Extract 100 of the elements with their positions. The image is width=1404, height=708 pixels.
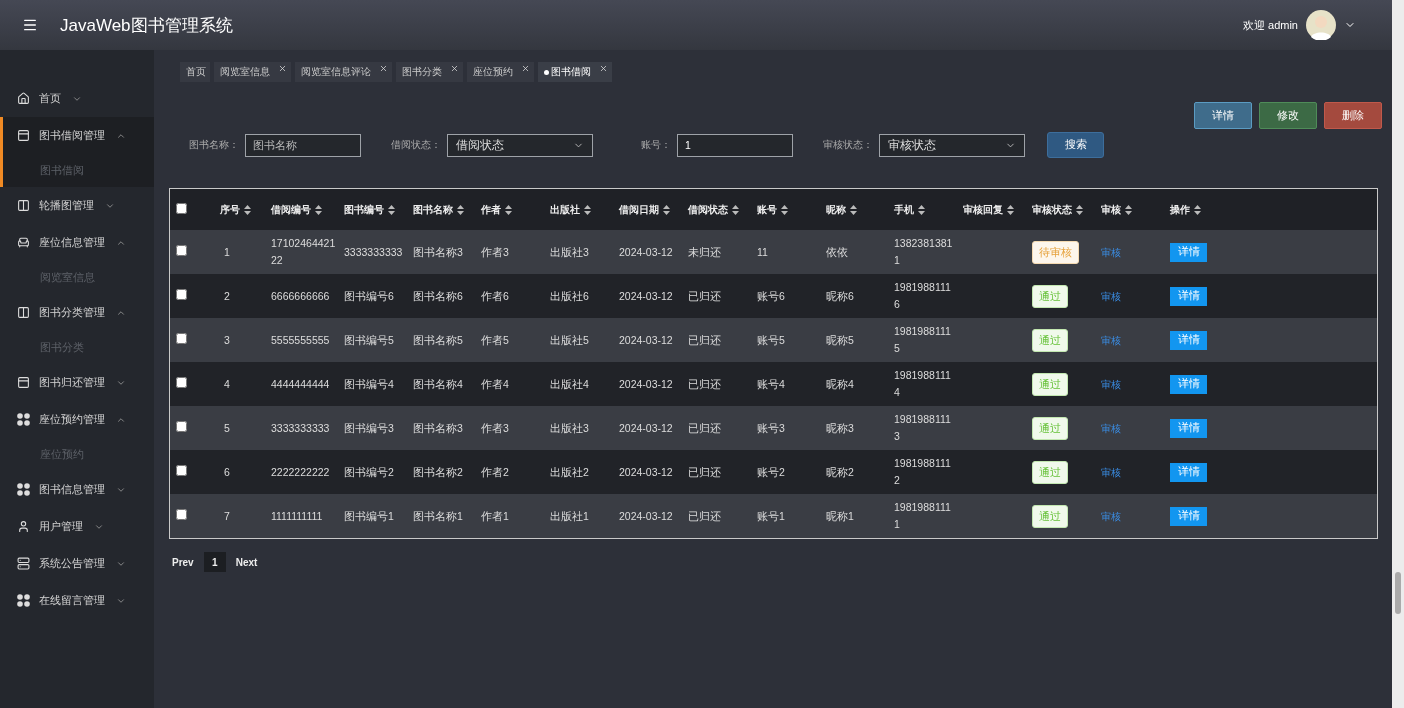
- tab[interactable]: 座位预约: [467, 62, 534, 82]
- table-cell: 3333333333: [271, 421, 330, 434]
- table-cell: 图书编号4: [344, 377, 394, 390]
- sidebar-item[interactable]: 图书借阅管理: [0, 117, 154, 154]
- close-icon[interactable]: [599, 64, 608, 73]
- sort-icon[interactable]: [732, 204, 739, 215]
- select-field[interactable]: 借阅状态: [447, 133, 593, 157]
- table-cell: 2: [224, 289, 230, 302]
- table-cell: 7: [224, 509, 230, 522]
- column-header[interactable]: 图书编号: [340, 189, 409, 230]
- close-icon[interactable]: [521, 64, 530, 73]
- info-button[interactable]: 详情: [1194, 102, 1252, 129]
- checkbox[interactable]: [176, 288, 187, 300]
- table-cell: 2024-03-12: [619, 465, 673, 478]
- sort-icon[interactable]: [584, 204, 591, 215]
- checkbox[interactable]: [176, 203, 187, 214]
- tab[interactable]: 首页: [180, 62, 210, 82]
- table-cell: 13823813811: [894, 237, 953, 266]
- tab[interactable]: 图书分类: [396, 62, 463, 82]
- sort-icon[interactable]: [1007, 204, 1014, 215]
- sidebar-item[interactable]: 图书信息管理: [0, 471, 154, 508]
- checkbox[interactable]: [176, 244, 187, 256]
- sidebar-item[interactable]: 座位信息管理: [0, 224, 154, 261]
- column-header[interactable]: 审核回复: [959, 189, 1028, 230]
- delete-button[interactable]: 删除: [1324, 102, 1382, 129]
- close-icon[interactable]: [379, 64, 388, 73]
- sort-icon[interactable]: [1076, 204, 1083, 215]
- edit-button[interactable]: 修改: [1259, 102, 1317, 129]
- sort-icon[interactable]: [850, 204, 857, 215]
- sort-icon[interactable]: [918, 204, 925, 215]
- tab[interactable]: 阅览室信息: [214, 62, 291, 82]
- scrollbar-thumb[interactable]: [1395, 572, 1401, 614]
- dots-grid-icon: [17, 413, 30, 426]
- sidebar-item[interactable]: 在线留言管理: [0, 582, 154, 619]
- sidebar-item[interactable]: 轮播图管理: [0, 187, 154, 224]
- column-header[interactable]: 审核状态: [1028, 189, 1097, 230]
- user-icon: [17, 520, 30, 533]
- sort-icon[interactable]: [457, 204, 464, 215]
- prev-link[interactable]: Prev: [172, 556, 194, 568]
- table-cell: 账号4: [757, 377, 785, 390]
- table-cell: 昵称2: [826, 465, 854, 478]
- table-cell: 已归还: [688, 509, 721, 522]
- avatar[interactable]: [1306, 10, 1336, 40]
- column-header[interactable]: 序号: [216, 189, 267, 230]
- tab[interactable]: 图书借阅: [538, 62, 612, 82]
- table-cell: 2024-03-12: [619, 377, 673, 390]
- input-field[interactable]: 图书名称: [245, 133, 361, 157]
- table-cell: 2024-03-12: [619, 333, 673, 346]
- menu-icon[interactable]: [22, 17, 38, 33]
- column-header[interactable]: 借阅状态: [684, 189, 753, 230]
- table-cell: 账号1: [757, 509, 785, 522]
- checkbox[interactable]: [176, 464, 187, 476]
- sort-icon[interactable]: [244, 204, 251, 215]
- column-header[interactable]: 手机: [890, 189, 959, 230]
- table-cell: 5555555555: [271, 333, 330, 346]
- input-field[interactable]: 1: [677, 133, 793, 157]
- select-field[interactable]: 审核状态: [879, 133, 1025, 157]
- tab[interactable]: 阅览室信息评论: [295, 62, 392, 82]
- checkbox[interactable]: [176, 376, 187, 388]
- sidebar-item[interactable]: 用户管理: [0, 508, 154, 545]
- sidebar-item[interactable]: 图书归还管理: [0, 364, 154, 401]
- close-icon[interactable]: [450, 64, 459, 73]
- review-link[interactable]: 审核: [1101, 466, 1121, 478]
- sidebar-item[interactable]: 首页: [0, 80, 154, 117]
- sort-icon[interactable]: [315, 204, 322, 215]
- sidebar-item[interactable]: 图书分类管理: [0, 294, 154, 331]
- status-badge: 通过: [1032, 284, 1068, 308]
- column-header[interactable]: 图书名称: [409, 189, 477, 230]
- column-header[interactable]: 出版社: [546, 189, 615, 230]
- checkbox[interactable]: [176, 508, 187, 520]
- checkbox[interactable]: [176, 420, 187, 432]
- table-cell: 昵称6: [826, 289, 854, 302]
- next-link[interactable]: Next: [235, 556, 258, 568]
- search-button[interactable]: 搜索: [1047, 132, 1104, 158]
- sort-icon[interactable]: [663, 204, 670, 215]
- scrollbar[interactable]: [1392, 0, 1404, 708]
- column-header[interactable]: 借阅日期: [615, 189, 684, 230]
- review-link[interactable]: 审核: [1101, 378, 1121, 390]
- column-header[interactable]: 作者: [477, 189, 546, 230]
- column-header[interactable]: 账号: [753, 189, 822, 230]
- checkbox[interactable]: [176, 332, 187, 344]
- sort-icon[interactable]: [1125, 204, 1132, 215]
- column-header[interactable]: 借阅编号: [267, 189, 340, 230]
- page-button[interactable]: 1: [203, 552, 226, 572]
- sort-icon[interactable]: [505, 204, 512, 215]
- column-header[interactable]: 审核: [1097, 189, 1166, 230]
- table-cell: 1111111111: [271, 509, 323, 522]
- review-link[interactable]: 审核: [1101, 290, 1121, 302]
- sidebar-item[interactable]: 系统公告管理: [0, 545, 154, 582]
- close-icon[interactable]: [278, 64, 287, 73]
- sort-icon[interactable]: [781, 204, 788, 215]
- table-cell: 图书编号5: [344, 333, 394, 346]
- table-cell: 3: [224, 333, 230, 346]
- sort-icon[interactable]: [1194, 204, 1201, 215]
- table-cell: 2024-03-12: [619, 421, 673, 434]
- sidebar-item[interactable]: 座位预约管理: [0, 401, 154, 438]
- dots-grid-icon: [17, 483, 30, 496]
- sort-icon[interactable]: [388, 204, 395, 215]
- column-header[interactable]: 昵称: [822, 189, 890, 230]
- column-header[interactable]: 操作: [1166, 189, 1234, 230]
